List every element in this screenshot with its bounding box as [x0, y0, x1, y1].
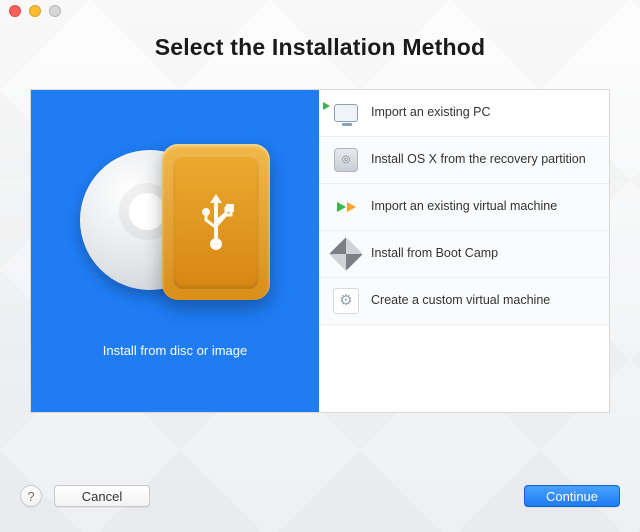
- bootcamp-icon: [329, 237, 363, 271]
- double-arrow-icon: [337, 202, 356, 212]
- option-label: Import an existing virtual machine: [371, 199, 597, 215]
- window-zoom-button[interactable]: [49, 5, 61, 17]
- option-label: Install OS X from the recovery partition: [371, 152, 597, 168]
- installation-method-panel: Install from disc or image Import an exi…: [30, 89, 610, 413]
- option-bootcamp[interactable]: Install from Boot Camp: [319, 231, 609, 278]
- usb-card-icon: [162, 144, 270, 300]
- harddrive-icon: ◎: [334, 148, 358, 172]
- option-custom-vm[interactable]: ⚙ Create a custom virtual machine: [319, 278, 609, 325]
- hero-panel: Install from disc or image: [31, 90, 319, 412]
- window-minimize-button[interactable]: [29, 5, 41, 17]
- disc-and-usb-graphic: [80, 144, 270, 309]
- option-import-vm[interactable]: Import an existing virtual machine: [319, 184, 609, 231]
- installation-options-list: Import an existing PC ◎ Install OS X from …: [319, 90, 609, 412]
- usb-icon: [196, 190, 236, 254]
- option-install-osx[interactable]: ◎ Install OS X from the recovery partitio…: [319, 137, 609, 184]
- option-import-pc[interactable]: Import an existing PC: [319, 90, 609, 137]
- help-button[interactable]: ?: [20, 485, 42, 507]
- footer-toolbar: ? Cancel Continue: [0, 472, 640, 532]
- cancel-button[interactable]: Cancel: [54, 485, 150, 507]
- page-title: Select the Installation Method: [0, 34, 640, 61]
- gear-icon: ⚙: [333, 288, 359, 314]
- continue-button[interactable]: Continue: [524, 485, 620, 507]
- installer-window: Select the Installation Method: [0, 0, 640, 532]
- monitor-icon: [334, 104, 358, 122]
- arrow-right-icon: [323, 102, 330, 110]
- window-titlebar: [0, 0, 640, 22]
- window-close-button[interactable]: [9, 5, 21, 17]
- option-label: Import an existing PC: [371, 105, 597, 121]
- option-label: Install from Boot Camp: [371, 246, 597, 262]
- option-label: Create a custom virtual machine: [371, 293, 597, 309]
- hero-caption: Install from disc or image: [103, 343, 248, 358]
